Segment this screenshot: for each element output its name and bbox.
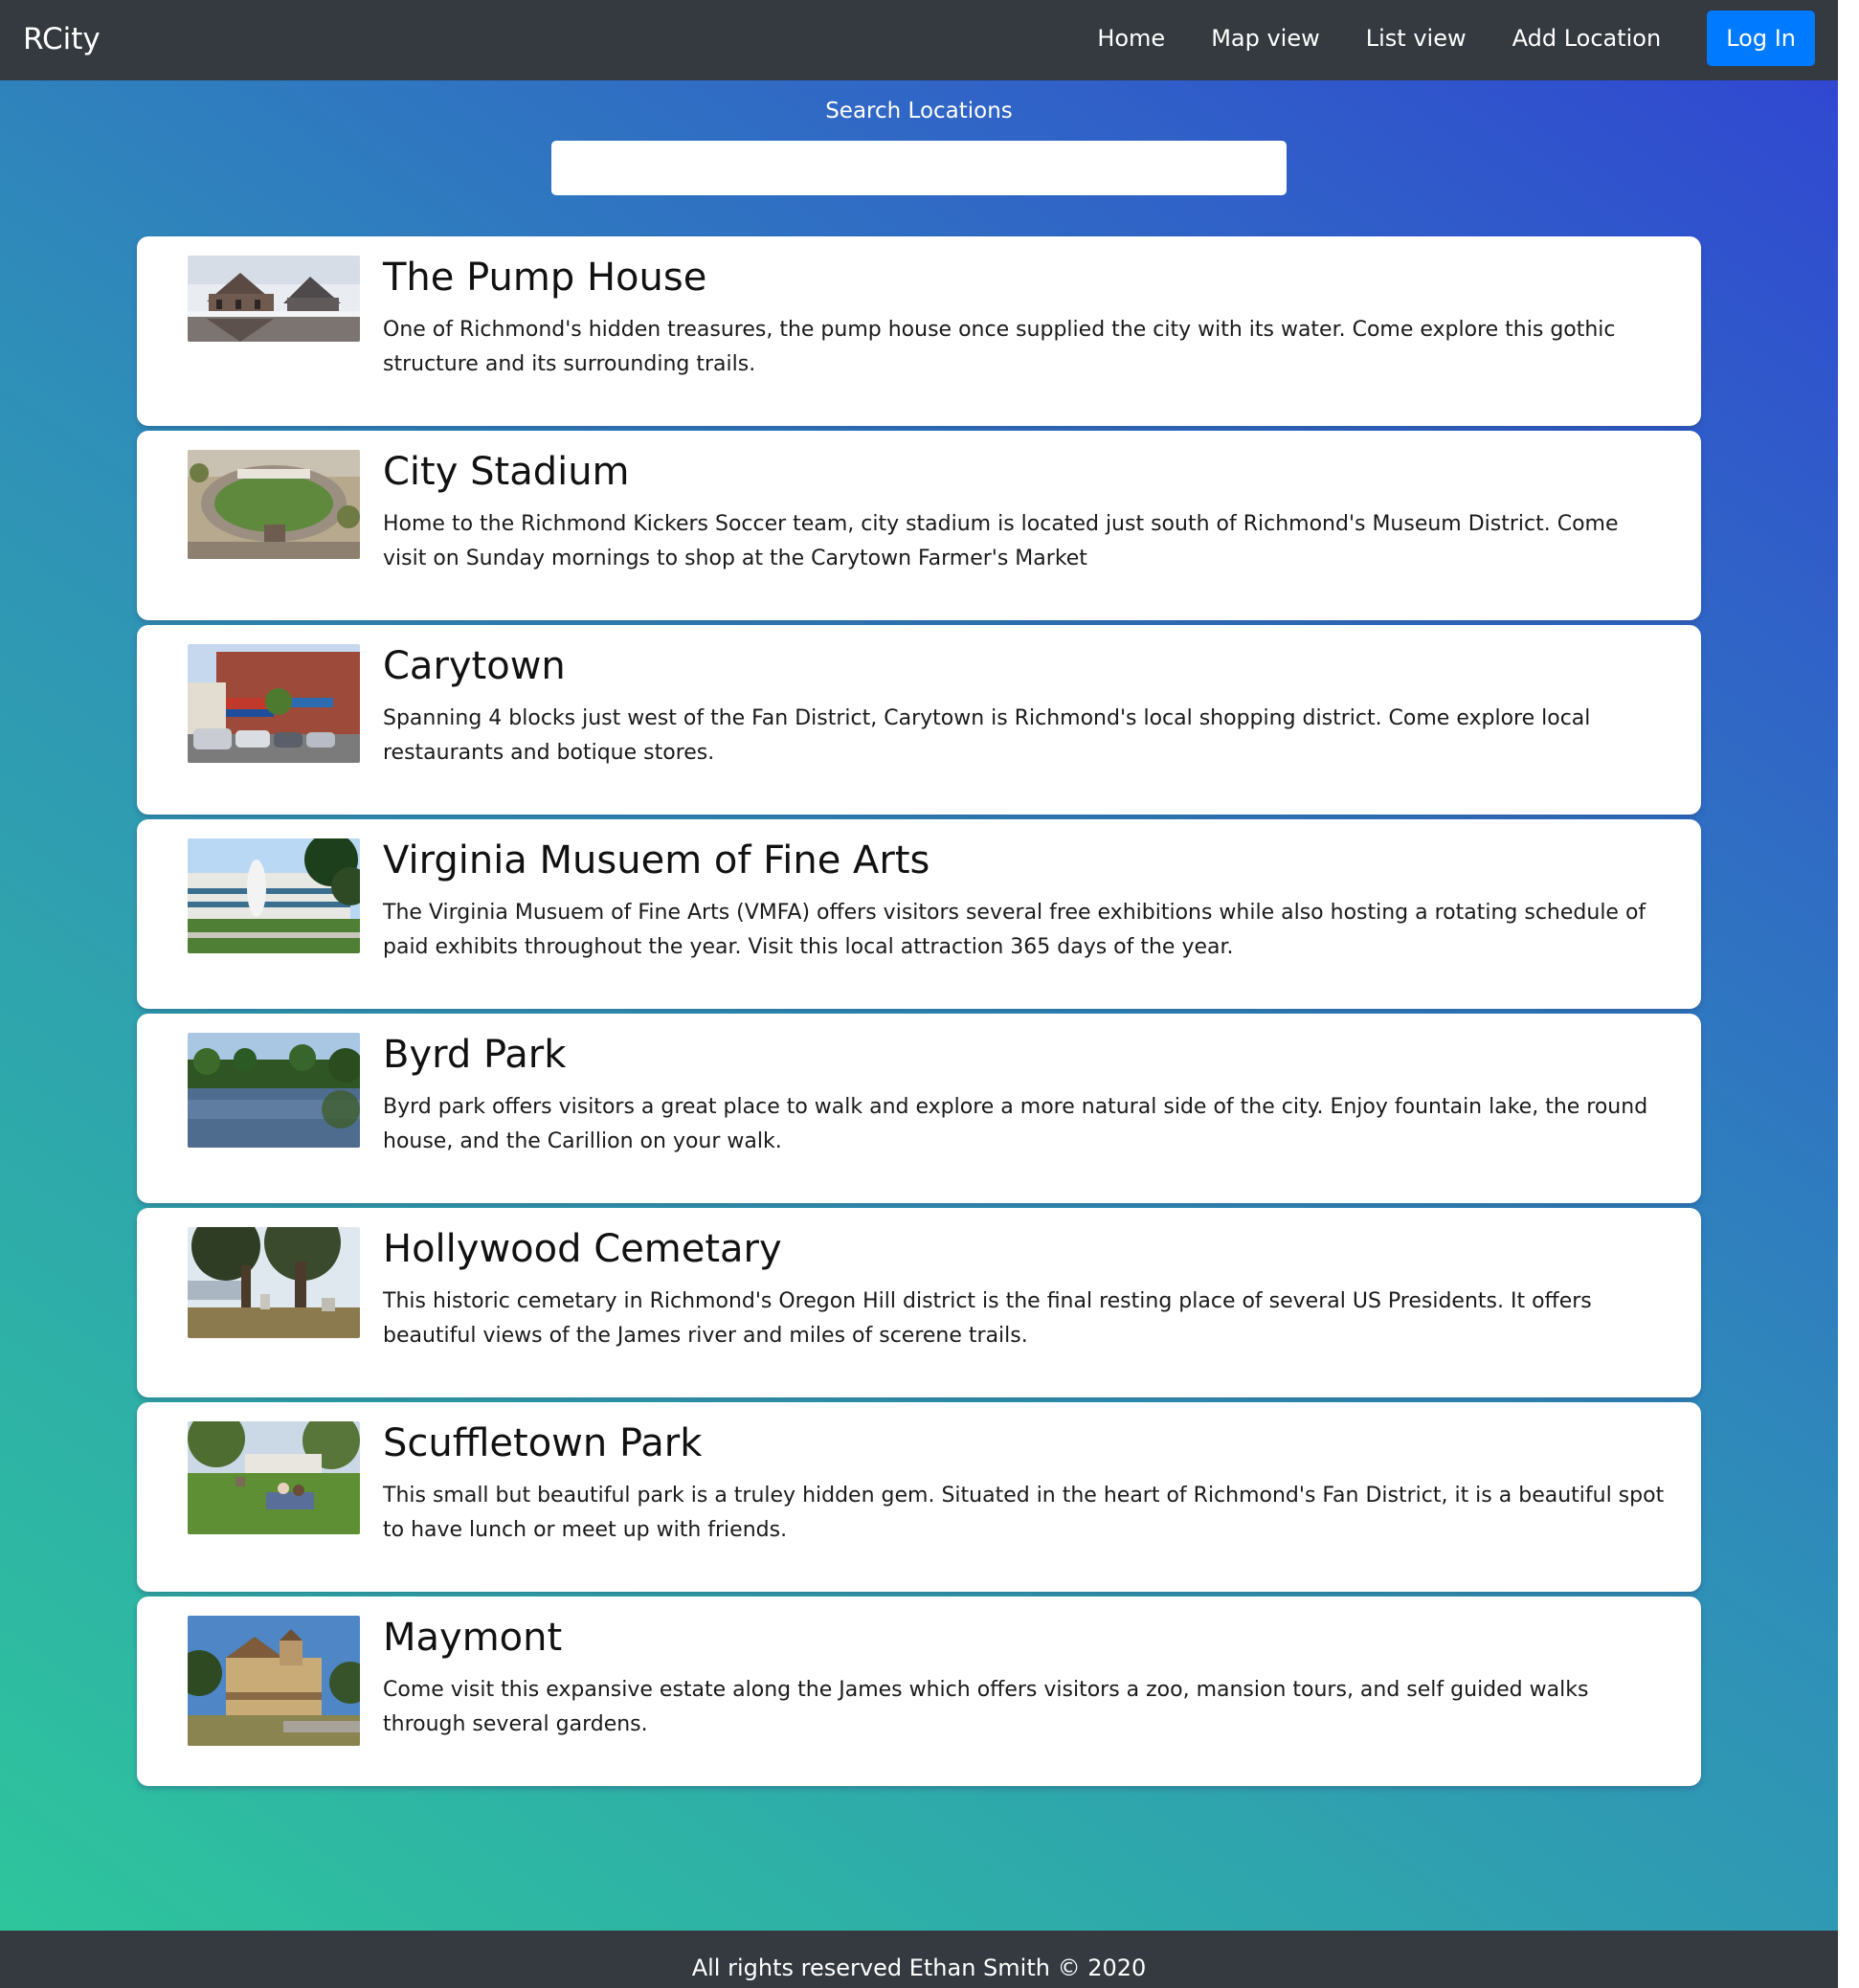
location-title[interactable]: Virginia Musuem of Fine Arts (383, 837, 1656, 884)
city-stadium-photo[interactable] (188, 450, 360, 559)
brand-logo[interactable]: RCity (23, 19, 101, 59)
location-description: Spanning 4 blocks just west of the Fan D… (383, 706, 1591, 765)
location-card[interactable]: The Pump House One of Richmond's hidden … (137, 236, 1701, 426)
nav-links: Home Map view List view Add Location Log… (1097, 11, 1815, 66)
location-description: This historic cemetary in Richmond's Ore… (383, 1289, 1592, 1348)
location-title[interactable]: Carytown (383, 642, 1656, 690)
vmfa-photo[interactable] (188, 838, 360, 953)
nav-list-view-link[interactable]: List view (1366, 11, 1467, 66)
nav-home-link[interactable]: Home (1097, 11, 1165, 66)
location-description: Byrd park offers visitors a great place … (383, 1095, 1648, 1153)
nav-add-location-link[interactable]: Add Location (1512, 11, 1662, 66)
maymont-photo[interactable] (188, 1616, 360, 1746)
location-card[interactable]: Byrd Park Byrd park offers visitors a gr… (137, 1014, 1701, 1203)
location-description: One of Richmond's hidden treasures, the … (383, 318, 1616, 376)
location-card[interactable]: Virginia Musuem of Fine Arts The Virgini… (137, 819, 1701, 1009)
search-label: Search Locations (825, 99, 1013, 123)
location-title[interactable]: Maymont (383, 1614, 1656, 1662)
search-input[interactable] (551, 141, 1287, 195)
location-card[interactable]: Scuffletown Park This small but beautifu… (137, 1402, 1701, 1592)
location-card[interactable]: City Stadium Home to the Richmond Kicker… (137, 431, 1701, 620)
location-title[interactable]: Scuffletown Park (383, 1419, 1656, 1467)
nav-map-view-link[interactable]: Map view (1211, 11, 1320, 66)
location-card[interactable]: Carytown Spanning 4 blocks just west of … (137, 625, 1701, 815)
carytown-photo[interactable] (188, 644, 360, 763)
location-description: Home to the Richmond Kickers Soccer team… (383, 512, 1619, 570)
location-description: The Virginia Musuem of Fine Arts (VMFA) … (383, 901, 1646, 959)
page-background: RCity Home Map view List view Add Locati… (0, 0, 1838, 1988)
location-card[interactable]: Hollywood Cemetary This historic cemetar… (137, 1208, 1701, 1397)
footer-text: All rights reserved Ethan Smith © 2020 (691, 1954, 1147, 1981)
pump-house-photo[interactable] (188, 256, 360, 342)
location-list: The Pump House One of Richmond's hidden … (137, 236, 1701, 1791)
location-title[interactable]: The Pump House (383, 254, 1656, 302)
footer: All rights reserved Ethan Smith © 2020 (0, 1931, 1838, 1988)
login-button[interactable]: Log In (1707, 11, 1815, 66)
location-title[interactable]: City Stadium (383, 448, 1656, 496)
location-description: This small but beautiful park is a trule… (383, 1484, 1665, 1542)
hollywood-cemetary-photo[interactable] (188, 1227, 360, 1338)
scuffletown-park-photo[interactable] (188, 1421, 360, 1534)
location-title[interactable]: Hollywood Cemetary (383, 1225, 1656, 1273)
location-description: Come visit this expansive estate along t… (383, 1678, 1589, 1736)
location-card[interactable]: Maymont Come visit this expansive estate… (137, 1597, 1701, 1786)
byrd-park-photo[interactable] (188, 1033, 360, 1148)
page-margin (1838, 0, 1859, 1988)
navbar: RCity Home Map view List view Add Locati… (0, 0, 1838, 80)
location-title[interactable]: Byrd Park (383, 1031, 1656, 1079)
